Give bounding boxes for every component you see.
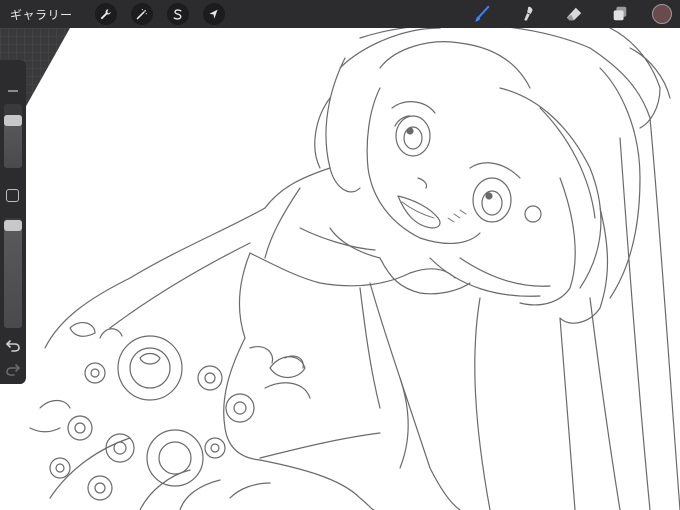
arrow-cursor-icon (209, 9, 218, 19)
selection-s-icon (173, 8, 182, 20)
transform-button[interactable] (202, 3, 225, 25)
eraser-button[interactable] (562, 2, 586, 26)
brush-opacity-thumb[interactable] (4, 219, 22, 231)
brush-size-slider[interactable] (4, 104, 22, 168)
sidebar-grip (8, 90, 18, 92)
layers-button[interactable] (608, 2, 632, 26)
gallery-button[interactable]: ギャラリー (10, 6, 73, 23)
tool-group (448, 2, 672, 26)
brush-button[interactable] (470, 2, 494, 26)
redo-icon[interactable] (5, 362, 21, 376)
color-picker-button[interactable] (652, 4, 672, 24)
undo-icon[interactable] (5, 338, 21, 352)
brush-opacity-fill (4, 219, 22, 328)
smudge-icon (524, 6, 533, 21)
top-toolbar: ギャラリー (0, 0, 680, 28)
actions-button[interactable] (94, 3, 117, 25)
brush-opacity-slider[interactable] (4, 218, 22, 328)
procreate-app: ギャラリー (0, 0, 680, 510)
drawing-canvas[interactable] (0, 28, 680, 510)
brush-size-thumb[interactable] (4, 114, 22, 126)
brush-icon (474, 5, 490, 22)
selection-button[interactable] (166, 3, 189, 25)
adjustments-button[interactable] (130, 3, 153, 25)
layers-icon (613, 6, 627, 21)
left-sidebar (0, 60, 26, 384)
modifier-button[interactable] (6, 189, 19, 202)
smudge-button[interactable] (516, 2, 540, 26)
wrench-icon (100, 8, 111, 19)
eraser-icon (566, 7, 582, 21)
magic-wand-icon (136, 8, 147, 19)
